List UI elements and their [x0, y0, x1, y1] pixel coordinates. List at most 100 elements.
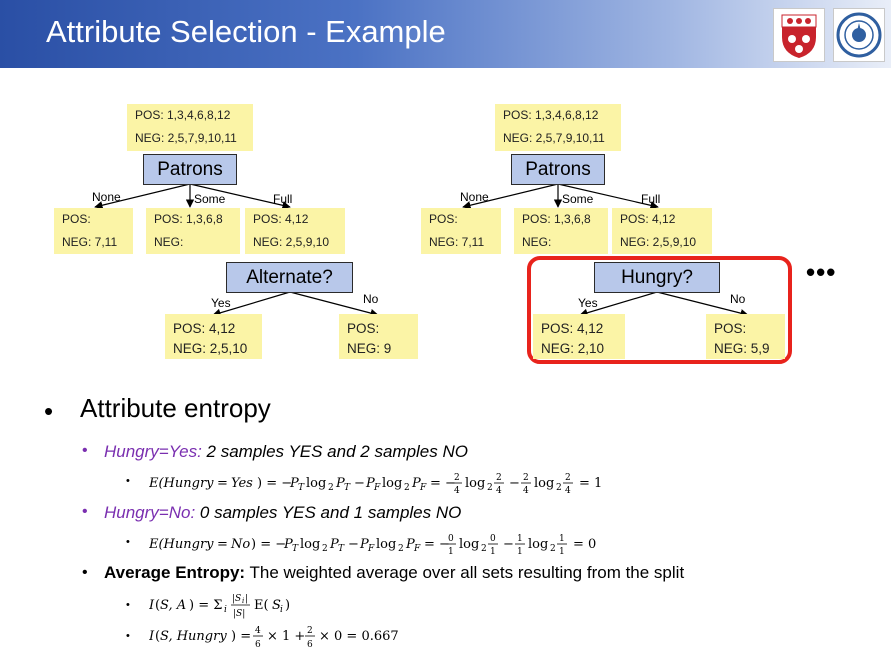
- hungry-yes-label: Hungry=Yes:: [104, 442, 202, 461]
- svg-text:log: log: [300, 537, 320, 552]
- neg-value: NEG: 2,5,7,9,10,11: [503, 131, 605, 145]
- purple-bullet: •: [82, 503, 88, 520]
- more-ellipsis: •••: [806, 257, 837, 287]
- right-child-full: POS: 4,12 NEG: 2,5,9,10: [612, 208, 712, 254]
- svg-text:2: 2: [496, 473, 502, 483]
- pos-value: POS: 4,12: [620, 212, 676, 226]
- left-child-none: POS: NEG: 7,11: [54, 208, 133, 254]
- hungry-yes-set: POS: 4,12 NEG: 2,10: [533, 314, 625, 359]
- hungry-yes-formula-svg: E(Hungry = Yes ) = − PT log 2 PT − PF log…: [148, 473, 629, 500]
- svg-text:log: log: [382, 476, 402, 491]
- svg-text:E(Hungry: E(Hungry: [149, 476, 214, 491]
- svg-text:T: T: [292, 544, 299, 554]
- pos-value: POS: 4,12: [173, 321, 236, 336]
- average-entropy-label: Average Entropy:: [104, 563, 246, 582]
- branch-label-full: Full: [273, 192, 293, 206]
- svg-text:1: 1: [490, 547, 496, 557]
- branch-label-some: Some: [562, 192, 594, 206]
- svg-text:|S: |S: [232, 594, 241, 604]
- svg-text:= 1: = 1: [579, 476, 602, 491]
- hungry-no-formula-svg: E(Hungry = No ) = − PT log 2 PT − PF log 2…: [148, 534, 629, 561]
- svg-text:log: log: [459, 537, 479, 552]
- svg-text:2: 2: [307, 626, 313, 636]
- svg-text:Yes: Yes: [231, 476, 253, 491]
- branch-label-yes: Yes: [578, 296, 598, 310]
- svg-text:log: log: [376, 537, 396, 552]
- svg-text:T: T: [338, 544, 345, 554]
- neg-value: NEG: 2,5,9,10: [253, 235, 330, 249]
- svg-text:−: −: [503, 537, 514, 552]
- right-patrons-node: Patrons: [511, 154, 605, 185]
- pos-value: POS:: [347, 321, 380, 336]
- svg-text:) = Σ: ) = Σ: [189, 598, 222, 613]
- svg-text:2: 2: [398, 544, 404, 554]
- svg-text:2: 2: [322, 544, 328, 554]
- svg-text:4: 4: [255, 626, 261, 636]
- left-patrons-node: Patrons: [143, 154, 237, 185]
- svg-text:6: 6: [255, 640, 261, 650]
- hungry-no-line: Hungry=No: 0 samples YES and 1 samples N…: [104, 503, 461, 523]
- svg-text:) = −: ) = −: [257, 476, 292, 491]
- pos-value: POS:: [429, 212, 458, 226]
- hungry-yes-formula: E(Hungry = Yes ) = − PT log 2 PT − PF log…: [148, 470, 629, 500]
- hungry-no-label: Hungry=No:: [104, 503, 196, 522]
- small-bullet: •: [126, 599, 130, 611]
- svg-text:log: log: [528, 537, 548, 552]
- neg-value: NEG: 2,10: [541, 341, 605, 356]
- left-child-some: POS: 1,3,6,8 NEG:: [146, 208, 240, 254]
- branch-label-no: No: [730, 292, 746, 306]
- purple-bullet: •: [82, 442, 88, 459]
- branch-label-no: No: [363, 292, 379, 306]
- svg-text:2: 2: [404, 483, 410, 493]
- svg-text:T: T: [298, 483, 305, 493]
- neg-value: NEG: 5,9: [714, 341, 770, 356]
- neg-value: NEG: 2,5,7,9,10,11: [135, 131, 237, 145]
- svg-text:−: −: [354, 476, 365, 491]
- hungry-yes-line: Hungry=Yes: 2 samples YES and 2 samples …: [104, 442, 468, 462]
- svg-text:=: =: [217, 537, 228, 552]
- svg-text:): ): [285, 598, 290, 613]
- pos-value: POS: 1,3,4,6,8,12: [135, 108, 231, 122]
- svg-text:F: F: [373, 483, 381, 493]
- left-child-full: POS: 4,12 NEG: 2,5,9,10: [245, 208, 345, 254]
- svg-text:2: 2: [481, 544, 487, 554]
- small-bullet: •: [126, 630, 130, 642]
- average-entropy-line: Average Entropy: The weighted average ov…: [104, 563, 684, 583]
- svg-text:|: |: [245, 594, 248, 604]
- svg-text:log: log: [465, 476, 485, 491]
- svg-text:log: log: [306, 476, 326, 491]
- svg-text:E(: E(: [254, 598, 269, 613]
- bullet: •: [82, 564, 88, 581]
- svg-text:) =: ) =: [231, 629, 251, 644]
- right-root-set: POS: 1,3,4,6,8,12 NEG: 2,5,7,9,10,11: [495, 104, 621, 151]
- neg-value: NEG: 7,11: [62, 235, 118, 249]
- svg-text:2: 2: [487, 483, 493, 493]
- svg-text:F: F: [367, 544, 375, 554]
- svg-text:i: i: [242, 597, 244, 605]
- pos-value: POS: 1,3,6,8: [522, 212, 591, 226]
- hungry-no-formula: E(Hungry = No ) = − PT log 2 PT − PF log 2…: [148, 531, 629, 561]
- svg-text:2: 2: [328, 483, 334, 493]
- svg-text:No: No: [230, 537, 250, 552]
- svg-text:4: 4: [496, 486, 502, 496]
- svg-text:2: 2: [550, 544, 556, 554]
- svg-text:0: 0: [448, 534, 454, 544]
- svg-text:4: 4: [523, 486, 529, 496]
- svg-text:1: 1: [559, 547, 565, 557]
- svg-text:2: 2: [565, 473, 571, 483]
- alternate-no-set: POS: NEG: 9: [339, 314, 418, 359]
- svg-text:2: 2: [454, 473, 460, 483]
- right-child-some: POS: 1,3,6,8 NEG:: [514, 208, 608, 254]
- svg-text:1: 1: [559, 534, 565, 544]
- neg-value: NEG: 9: [347, 341, 392, 356]
- svg-text:−: −: [348, 537, 359, 552]
- svg-text:= 0: = 0: [573, 537, 596, 552]
- pos-value: POS: 1,3,4,6,8,12: [503, 108, 599, 122]
- svg-text:2: 2: [523, 473, 529, 483]
- neg-value: NEG: 2,5,9,10: [620, 235, 697, 249]
- average-formula: I (S, A) = Σ i |S i | |S| E(Si): [148, 591, 349, 623]
- svg-text:i: i: [224, 605, 227, 615]
- svg-text:|S|: |S|: [233, 609, 245, 619]
- svg-text:−: −: [509, 476, 520, 491]
- pos-value: POS:: [714, 321, 747, 336]
